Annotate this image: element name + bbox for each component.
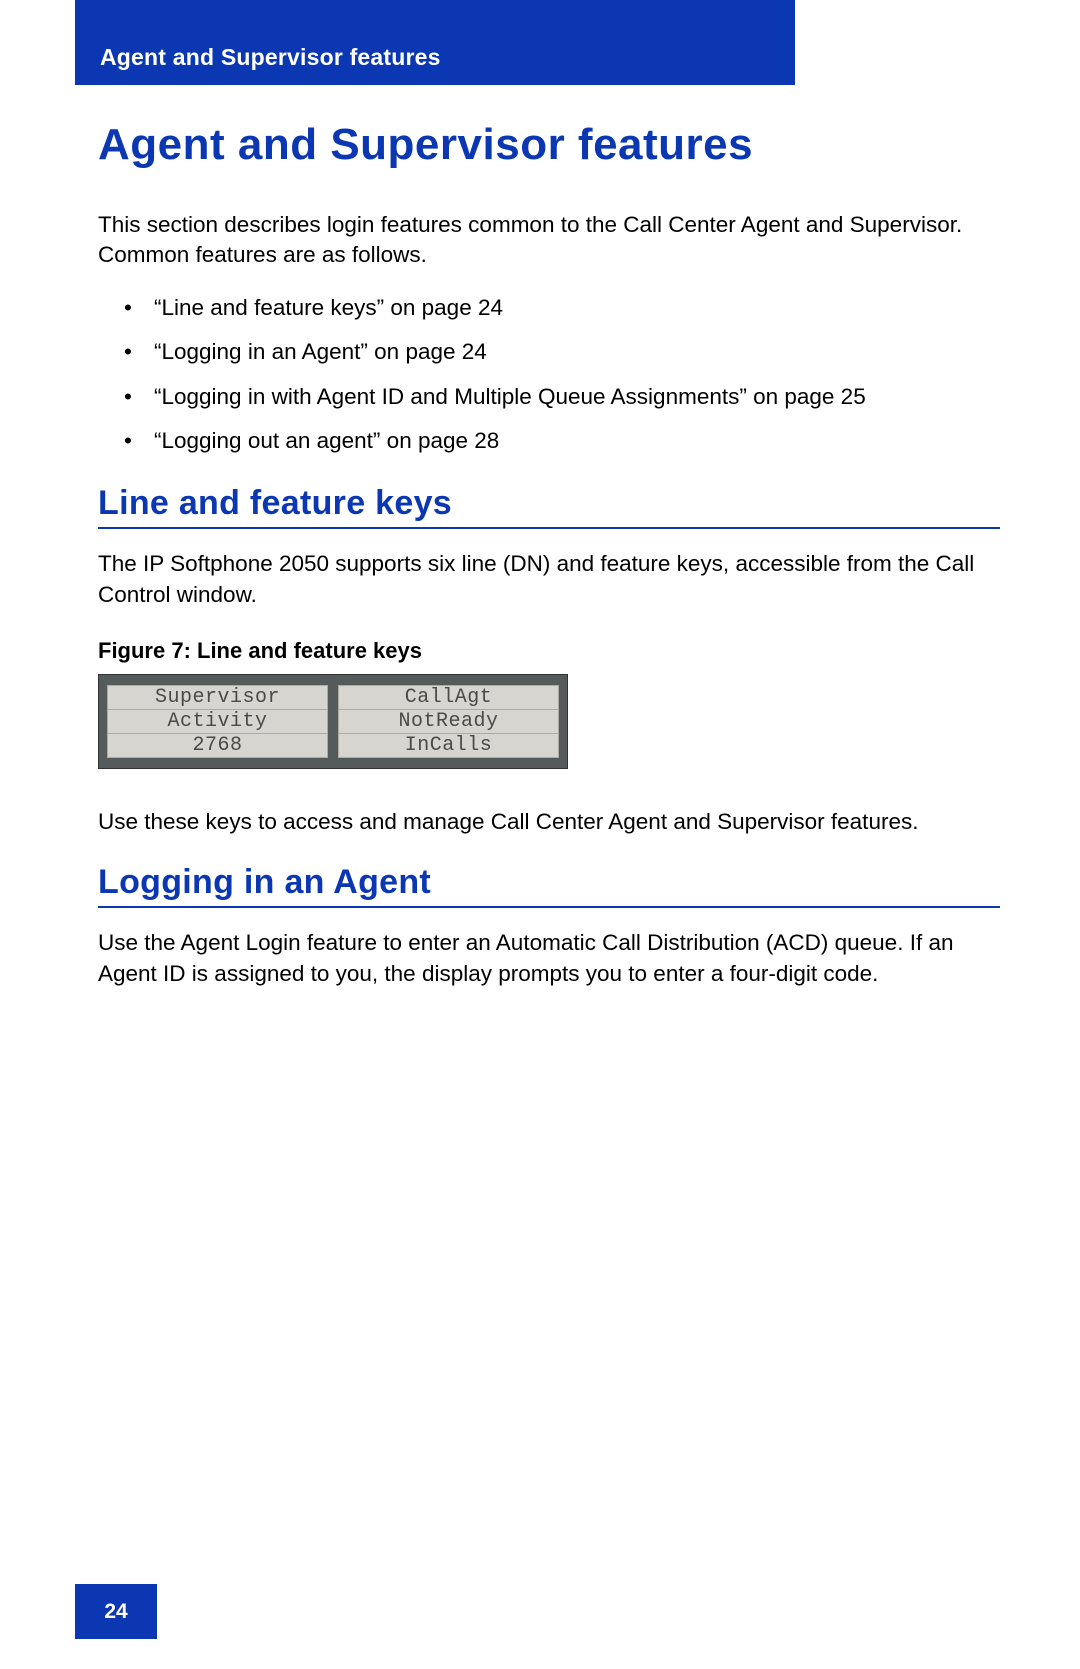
running-header: Agent and Supervisor features bbox=[75, 0, 795, 85]
toc-item: “Line and feature keys” on page 24 bbox=[98, 293, 1000, 323]
toc-item: “Logging in with Agent ID and Multiple Q… bbox=[98, 382, 1000, 412]
key-notready: NotReady bbox=[339, 710, 558, 734]
section-heading-logging-in-agent: Logging in an Agent bbox=[98, 863, 1000, 908]
key-activity: Activity bbox=[108, 710, 327, 734]
keypad-column-left: Supervisor Activity 2768 bbox=[107, 685, 328, 758]
running-header-text: Agent and Supervisor features bbox=[100, 44, 441, 71]
page-content: Agent and Supervisor features This secti… bbox=[98, 85, 1000, 1011]
line-feature-keypad: Supervisor Activity 2768 CallAgt NotRead… bbox=[98, 674, 568, 769]
section-heading-line-feature-keys: Line and feature keys bbox=[98, 484, 1000, 529]
toc-list: “Line and feature keys” on page 24 “Logg… bbox=[98, 293, 1000, 457]
key-supervisor: Supervisor bbox=[108, 686, 327, 710]
intro-paragraph: This section describes login features co… bbox=[98, 210, 1000, 271]
document-page: Agent and Supervisor features Agent and … bbox=[0, 0, 1080, 1669]
section1-paragraph: The IP Softphone 2050 supports six line … bbox=[98, 549, 1000, 610]
figure-caption: Figure 7: Line and feature keys bbox=[98, 638, 1000, 664]
section2-paragraph: Use the Agent Login feature to enter an … bbox=[98, 928, 1000, 989]
page-number: 24 bbox=[75, 1584, 157, 1639]
toc-item: “Logging out an agent” on page 28 bbox=[98, 426, 1000, 456]
key-2768: 2768 bbox=[108, 734, 327, 757]
toc-item: “Logging in an Agent” on page 24 bbox=[98, 337, 1000, 367]
key-callagt: CallAgt bbox=[339, 686, 558, 710]
key-incalls: InCalls bbox=[339, 734, 558, 757]
section1-after-paragraph: Use these keys to access and manage Call… bbox=[98, 807, 1000, 837]
page-number-value: 24 bbox=[104, 1600, 127, 1624]
page-title: Agent and Supervisor features bbox=[98, 120, 1000, 170]
keypad-column-right: CallAgt NotReady InCalls bbox=[338, 685, 559, 758]
